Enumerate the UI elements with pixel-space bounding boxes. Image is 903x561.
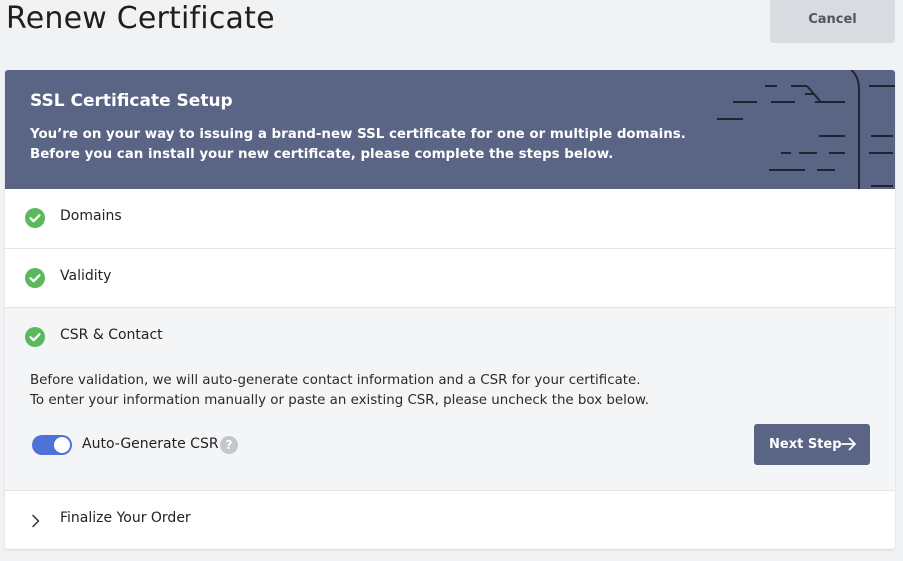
auto-generate-csr-label[interactable]: Auto-Generate CSR [82,436,219,452]
step-label: Domains [60,208,122,224]
certificate-setup-card: SSL Certificate Setup You’re on your way… [5,70,895,549]
step-validity[interactable]: Validity [5,248,895,307]
banner-description: You’re on your way to issuing a brand-ne… [30,125,690,165]
check-circle-icon [25,327,45,347]
setup-banner: SSL Certificate Setup You’re on your way… [5,70,895,189]
cancel-button[interactable]: Cancel [770,0,895,43]
banner-line-2: Before you can install your new certific… [30,147,614,162]
auto-generate-csr-toggle[interactable] [32,435,72,455]
check-circle-icon [25,268,45,288]
step-finalize-order[interactable]: Finalize Your Order [5,490,895,549]
next-step-button[interactable]: Next Step [754,424,870,465]
toggle-knob [54,437,70,453]
check-circle-icon [25,208,45,228]
csr-description: Before validation, we will auto-generate… [30,371,730,411]
step-label: Validity [60,268,112,284]
arrow-right-icon [841,437,856,451]
banner-title: SSL Certificate Setup [30,91,233,111]
step-csr-contact: CSR & Contact Before validation, we will… [5,307,895,491]
step-domains[interactable]: Domains [5,189,895,248]
chevron-right-icon [32,514,40,528]
banner-line-1: You’re on your way to issuing a brand-ne… [30,127,686,142]
csr-description-line-1: Before validation, we will auto-generate… [30,373,641,388]
next-step-label: Next Step [769,437,842,452]
page-title: Renew Certificate [6,1,275,36]
banner-decoration-graphic [717,70,895,189]
step-label: CSR & Contact [60,327,163,343]
help-icon[interactable]: ? [220,436,238,454]
step-label: Finalize Your Order [60,510,191,526]
csr-description-line-2: To enter your information manually or pa… [30,393,650,408]
